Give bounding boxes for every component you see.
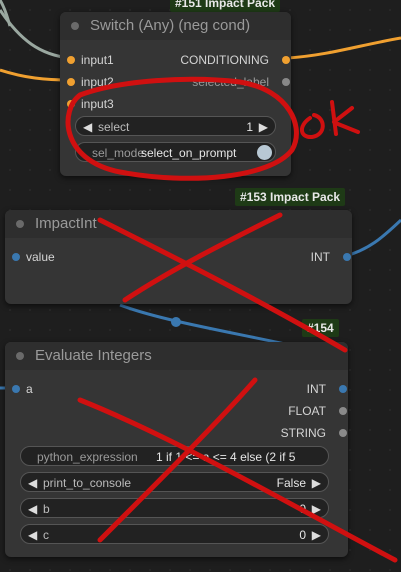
node-badge: #154 <box>302 319 339 337</box>
widget-value: select_on_prompt <box>141 146 237 160</box>
slot-label: selected_label <box>192 75 269 89</box>
node-badge: #151 Impact Pack <box>170 0 281 12</box>
slot-label: input3 <box>81 97 114 111</box>
b-number-widget[interactable]: ◀ b 0 ▶ <box>20 498 329 518</box>
input2-dot-icon[interactable] <box>67 78 75 86</box>
slot-label: FLOAT <box>288 404 326 418</box>
increment-arrow-icon[interactable]: ▶ <box>312 525 321 545</box>
widget-value: 1 <box>246 120 253 134</box>
widget-label: print_to_console <box>43 476 132 490</box>
output-slot-float[interactable]: FLOAT <box>288 404 326 418</box>
slot-label: a <box>26 382 33 396</box>
widget-label: select <box>98 120 130 134</box>
wire-reroute-dot <box>171 317 181 327</box>
widget-label: sel_mode <box>92 146 145 160</box>
slot-label: CONDITIONING <box>180 53 269 67</box>
decrement-arrow-icon[interactable]: ◀ <box>83 117 92 137</box>
conditioning-dot-icon[interactable] <box>282 56 290 64</box>
int-out-dot-icon[interactable] <box>339 385 347 393</box>
input-slot-input2[interactable]: input2 <box>67 75 114 89</box>
increment-arrow-icon[interactable]: ▶ <box>312 473 321 493</box>
slot-label: value <box>26 250 55 264</box>
toggle-knob-icon[interactable] <box>257 145 272 160</box>
widget-label: c <box>43 528 49 542</box>
input-slot-value[interactable]: value <box>12 250 55 264</box>
int-dot-icon[interactable] <box>343 253 351 261</box>
decrement-arrow-icon[interactable]: ◀ <box>28 473 37 493</box>
select-widget[interactable]: ◀ select 1 ▶ <box>75 116 276 136</box>
widget-value: 0 <box>299 528 306 542</box>
node-title-bar[interactable]: Evaluate Integers <box>5 342 348 370</box>
output-slot-int[interactable]: INT <box>311 250 330 264</box>
python-expression-field[interactable]: python_expression 1 if 1 <= a <= 4 else … <box>20 446 329 466</box>
c-number-widget[interactable]: ◀ c 0 ▶ <box>20 524 329 544</box>
node-title: Evaluate Integers <box>35 347 152 364</box>
input3-dot-icon[interactable] <box>67 100 75 108</box>
node-badge: #153 Impact Pack <box>235 188 346 206</box>
collapse-dot-icon[interactable] <box>16 352 24 360</box>
node-title: Switch (Any) (neg cond) <box>90 17 251 34</box>
input-slot-input1[interactable]: input1 <box>67 53 114 67</box>
slot-label: input1 <box>81 53 114 67</box>
output-slot-conditioning[interactable]: CONDITIONING <box>180 53 269 67</box>
widget-value: False <box>276 476 306 490</box>
evaluate-integers-node[interactable]: Evaluate Integers a INT FLOAT STRING pyt… <box>5 342 348 557</box>
selected-label-dot-icon[interactable] <box>282 78 290 86</box>
slot-label: INT <box>306 382 326 396</box>
sel-mode-toggle[interactable]: sel_mode select_on_prompt <box>75 142 276 162</box>
widget-value: 1 if 1 <= a <= 4 else (2 if 5 <box>156 450 296 464</box>
output-slot-int[interactable]: INT <box>307 382 326 396</box>
slot-label: INT <box>310 250 330 264</box>
impactint-node[interactable]: ImpactInt value INT <box>5 210 352 304</box>
input-slot-a[interactable]: a <box>12 382 33 396</box>
float-dot-icon[interactable] <box>339 407 347 415</box>
input-slot-input3[interactable]: input3 <box>67 97 114 111</box>
node-title: ImpactInt <box>35 215 97 232</box>
output-slot-string[interactable]: STRING <box>281 426 326 440</box>
widget-label: b <box>43 502 50 516</box>
slot-label: input2 <box>81 75 114 89</box>
switch-node[interactable]: Switch (Any) (neg cond) input1 input2 in… <box>60 12 291 176</box>
wire-blue-to-a <box>119 303 291 347</box>
wire-orange-conditioning <box>287 36 401 60</box>
value-dot-icon[interactable] <box>12 253 20 261</box>
string-dot-icon[interactable] <box>339 429 347 437</box>
a-dot-icon[interactable] <box>12 385 20 393</box>
output-slot-selected-label[interactable]: selected_label <box>192 75 269 89</box>
node-title-bar[interactable]: Switch (Any) (neg cond) <box>60 12 291 40</box>
widget-value: 0 <box>299 502 306 516</box>
decrement-arrow-icon[interactable]: ◀ <box>28 525 37 545</box>
collapse-dot-icon[interactable] <box>16 220 24 228</box>
widget-label: python_expression <box>37 450 138 464</box>
decrement-arrow-icon[interactable]: ◀ <box>28 499 37 519</box>
print-to-console-combo[interactable]: ◀ print_to_console False ▶ <box>20 472 329 492</box>
node-title-bar[interactable]: ImpactInt <box>5 210 352 238</box>
increment-arrow-icon[interactable]: ▶ <box>312 499 321 519</box>
collapse-dot-icon[interactable] <box>71 22 79 30</box>
slot-label: STRING <box>280 426 326 440</box>
increment-arrow-icon[interactable]: ▶ <box>259 117 268 137</box>
input1-dot-icon[interactable] <box>67 56 75 64</box>
